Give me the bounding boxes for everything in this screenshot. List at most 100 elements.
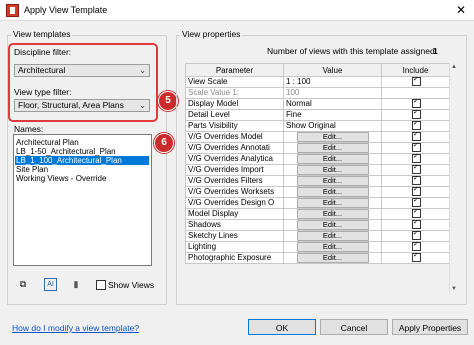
edit-button[interactable]: Edit... (296, 198, 369, 208)
include-checkbox[interactable] (412, 132, 421, 142)
list-item[interactable]: Working Views - Override (16, 174, 106, 183)
include-cell (381, 230, 450, 242)
include-checkbox[interactable] (412, 231, 421, 241)
scroll-up-icon[interactable]: ▲ (451, 64, 457, 70)
include-checkbox[interactable] (412, 253, 421, 263)
value-cell: Edit... (283, 164, 382, 176)
list-item[interactable]: LB_1-50_Architectural_Plan (16, 147, 116, 156)
view-templates-legend: View templates (11, 29, 73, 39)
discipline-filter-value: Architectural (18, 65, 66, 75)
discipline-filter-select[interactable]: Architectural ⌄ (14, 64, 150, 77)
edit-button[interactable]: Edit... (296, 220, 369, 230)
include-checkbox[interactable] (412, 165, 421, 175)
include-checkbox[interactable] (412, 77, 421, 87)
callout-badge-6: 6 (154, 133, 174, 153)
include-checkbox[interactable] (412, 220, 421, 230)
include-checkbox[interactable] (412, 198, 421, 208)
edit-button[interactable]: Edit... (296, 154, 369, 164)
parameter-cell: Scale Value 1: (185, 87, 284, 99)
edit-button[interactable]: Edit... (296, 253, 369, 263)
table-row[interactable]: Scale Value 1: 100 (185, 87, 450, 99)
parameter-cell: V/G Overrides Design O (185, 197, 284, 209)
include-cell (381, 208, 450, 220)
table-row[interactable]: V/G Overrides Design O Edit... (185, 197, 450, 209)
column-header-include: Include (381, 63, 450, 77)
include-cell (381, 164, 450, 176)
table-row[interactable]: Shadows Edit... (185, 219, 450, 231)
revit-app-icon (6, 4, 19, 17)
table-row[interactable]: Detail Level Fine (185, 109, 450, 121)
value-cell: Edit... (283, 241, 382, 253)
parameter-cell: V/G Overrides Annotati (185, 142, 284, 154)
edit-button[interactable]: Edit... (296, 165, 369, 175)
include-checkbox[interactable] (412, 154, 421, 164)
edit-button[interactable]: Edit... (296, 242, 369, 252)
include-checkbox[interactable] (412, 187, 421, 197)
include-checkbox[interactable] (412, 121, 421, 131)
table-row[interactable]: V/G Overrides Import Edit... (185, 164, 450, 176)
table-row[interactable]: V/G Overrides Annotati Edit... (185, 142, 450, 154)
apply-properties-button[interactable]: Apply Properties (392, 319, 468, 335)
table-row[interactable]: V/G Overrides Filters Edit... (185, 175, 450, 187)
properties-scrollbar[interactable]: ▲ ▼ (449, 63, 459, 293)
include-cell (381, 219, 450, 231)
include-checkbox[interactable] (412, 143, 421, 153)
edit-button[interactable]: Edit... (296, 176, 369, 186)
parameter-cell: V/G Overrides Import (185, 164, 284, 176)
close-icon[interactable]: ✕ (452, 2, 470, 18)
list-item-selected[interactable]: LB_1_100_Architectural_Plan (15, 156, 149, 165)
assigned-count-value: 1 (433, 46, 438, 56)
view-template-names-list[interactable]: Architectural Plan LB_1-50_Architectural… (13, 134, 152, 266)
include-checkbox[interactable] (412, 99, 421, 109)
column-header-value: Value (283, 63, 382, 77)
view-type-filter-label: View type filter: (14, 87, 72, 97)
table-row[interactable]: Photographic Exposure Edit... (185, 252, 450, 264)
scroll-down-icon[interactable]: ▼ (451, 286, 457, 292)
table-row[interactable]: Sketchy Lines Edit... (185, 230, 450, 242)
include-checkbox[interactable] (412, 242, 421, 252)
names-label: Names: (14, 124, 44, 134)
value-cell: Edit... (283, 197, 382, 209)
include-checkbox[interactable] (412, 209, 421, 219)
table-row[interactable]: Lighting Edit... (185, 241, 450, 253)
value-cell: Show Original (283, 120, 382, 132)
include-checkbox[interactable] (412, 176, 421, 186)
rename-icon[interactable]: AI (44, 278, 57, 291)
value-cell: Edit... (283, 142, 382, 154)
view-type-filter-select[interactable]: Floor, Structural, Area Plans ⌄ (14, 99, 150, 112)
include-checkbox[interactable] (412, 110, 421, 120)
cancel-button[interactable]: Cancel (320, 319, 388, 335)
show-views-checkbox[interactable] (96, 280, 106, 290)
list-item[interactable]: Architectural Plan (16, 138, 79, 147)
value-cell: Fine (283, 109, 382, 121)
table-row[interactable]: Parts Visibility Show Original (185, 120, 450, 132)
value-cell: Edit... (283, 252, 382, 264)
duplicate-icon[interactable]: ⧉ (17, 278, 29, 290)
table-row[interactable]: V/G Overrides Worksets Edit... (185, 186, 450, 198)
chevron-down-icon: ⌄ (139, 101, 146, 110)
include-cell (381, 175, 450, 187)
chevron-down-icon: ⌄ (139, 66, 146, 75)
edit-button[interactable]: Edit... (296, 209, 369, 219)
table-row[interactable]: Display Model Normal (185, 98, 450, 110)
include-cell (381, 241, 450, 253)
parameter-cell: Model Display (185, 208, 284, 220)
table-row[interactable]: Model Display Edit... (185, 208, 450, 220)
table-row[interactable]: V/G Overrides Model Edit... (185, 131, 450, 143)
help-link[interactable]: How do I modify a view template? (12, 323, 139, 333)
view-type-filter-value: Floor, Structural, Area Plans (18, 100, 124, 110)
edit-button[interactable]: Edit... (296, 143, 369, 153)
edit-button[interactable]: Edit... (296, 132, 369, 142)
value-cell: Edit... (283, 153, 382, 165)
include-cell (381, 76, 450, 88)
delete-icon[interactable]: ▮ (70, 278, 82, 290)
include-cell (381, 87, 450, 99)
list-item[interactable]: Site Plan (16, 165, 48, 174)
ok-button[interactable]: OK (248, 319, 316, 335)
table-row[interactable]: V/G Overrides Analytica Edit... (185, 153, 450, 165)
value-cell: Edit... (283, 186, 382, 198)
edit-button[interactable]: Edit... (296, 187, 369, 197)
edit-button[interactable]: Edit... (296, 231, 369, 241)
table-row[interactable]: View Scale 1 : 100 (185, 76, 450, 88)
value-cell: Edit... (283, 230, 382, 242)
